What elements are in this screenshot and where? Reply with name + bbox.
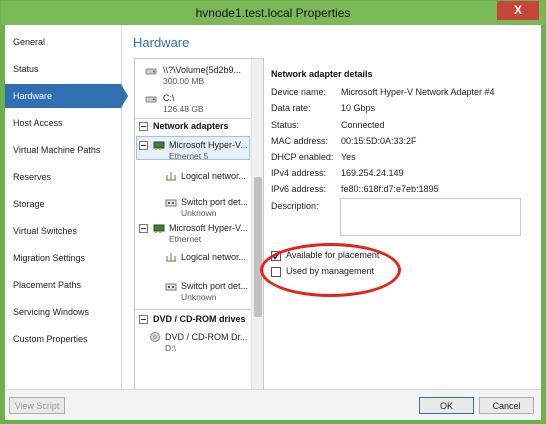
field-value-dhcp-enabled: Yes — [341, 152, 356, 162]
field-label-dhcp-enabled: DHCP enabled: — [271, 152, 334, 162]
switch-port-icon — [165, 199, 177, 207]
title-bar: hvnode1.test.local Properties X — [1, 1, 545, 25]
close-button[interactable]: X — [497, 1, 539, 20]
adapter-name: Microsoft Hyper-V... — [169, 223, 248, 233]
sidebar-item-hardware[interactable]: Hardware — [5, 84, 121, 108]
field-value-mac-address: 00:15:5D:0A:33:2F — [341, 136, 417, 146]
window-title: hvnode1.test.local Properties — [195, 6, 351, 20]
logical-network-icon — [166, 172, 176, 181]
field-label-status: Status: — [271, 120, 300, 130]
sidebar-item-servicing-windows[interactable]: Servicing Windows — [5, 300, 121, 324]
field-label-data-rate: Data rate: — [271, 103, 311, 113]
field-label-ipv6-address: IPv6 address: — [271, 184, 327, 194]
field-label-ipv4-address: IPv4 address: — [271, 168, 327, 178]
sidebar-item-storage[interactable]: Storage — [5, 192, 121, 216]
details-title: Network adapter details — [271, 69, 373, 79]
collapse-icon[interactable] — [139, 122, 148, 131]
dialog-client-area: General Status Hardware Host Access Virt… — [5, 25, 541, 420]
sidebar-item-reserves[interactable]: Reserves — [5, 165, 121, 189]
dvd-sub: D:\ — [165, 343, 176, 353]
logical-network-icon — [166, 253, 176, 262]
ok-button[interactable]: OK — [419, 397, 474, 414]
dialog-footer: View Script OK Cancel — [5, 389, 541, 420]
sidebar-item-virtual-machine-paths[interactable]: Virtual Machine Paths — [5, 138, 121, 162]
sidebar-item-migration-settings[interactable]: Migration Settings — [5, 246, 121, 270]
switch-port-icon — [165, 283, 177, 291]
field-value-status: Connected — [341, 120, 385, 130]
switch-port-sub: Unknown — [181, 292, 217, 302]
field-label-device-name: Device name: — [271, 87, 327, 97]
collapse-icon[interactable] — [139, 141, 148, 150]
sidebar-item-placement-paths[interactable]: Placement Paths — [5, 273, 121, 297]
section-divider — [135, 309, 251, 310]
field-label-mac-address: MAC address: — [271, 136, 329, 146]
field-value-ipv6-address: fe80::618f:d7:e7eb:1895 — [341, 184, 439, 194]
adapter-sub: Ethernet 5 — [169, 151, 209, 161]
disk-size: 300.00 MB — [163, 76, 205, 86]
collapse-icon[interactable] — [139, 224, 148, 233]
page-title: Hardware — [133, 35, 190, 50]
collapse-icon[interactable] — [139, 315, 148, 324]
scrollbar-thumb[interactable] — [254, 177, 262, 317]
section-divider — [135, 118, 251, 119]
disk-size: 126.48 GB — [163, 104, 204, 114]
disk-icon — [145, 68, 157, 75]
section-title: Network adapters — [153, 121, 229, 131]
red-highlight-annotation — [260, 243, 401, 297]
adapter-sub: Ethernet — [169, 234, 202, 244]
logical-network-label: Logical networ... — [181, 252, 247, 262]
description-field[interactable] — [340, 198, 521, 236]
field-label-description: Description: — [271, 201, 319, 211]
list-scrollbar[interactable] — [251, 59, 263, 390]
view-script-button[interactable]: View Script — [9, 397, 65, 414]
dvd-name: DVD / CD-ROM Dr... — [165, 332, 248, 342]
active-item-arrow — [121, 84, 128, 108]
sidebar-item-status[interactable]: Status — [5, 57, 121, 81]
field-value-ipv4-address: 169.254.24.149 — [341, 168, 404, 178]
field-value-data-rate: 10 Gbps — [341, 103, 376, 113]
disk-name: \\?\Volume{5d2b9... — [163, 65, 242, 75]
switch-port-label: Switch port det... — [181, 197, 249, 207]
disk-name: C:\ — [163, 93, 175, 103]
cancel-button[interactable]: Cancel — [479, 397, 534, 414]
disk-icon — [145, 96, 157, 103]
hardware-list[interactable]: \\?\Volume{5d2b9... 300.00 MB C:\ 126.48… — [134, 58, 264, 391]
network-adapter-icon — [153, 141, 165, 150]
settings-sidebar: General Status Hardware Host Access Virt… — [5, 25, 128, 389]
properties-dialog: hvnode1.test.local Properties X General … — [0, 0, 546, 424]
sidebar-item-host-access[interactable]: Host Access — [5, 111, 121, 135]
switch-port-label: Switch port det... — [181, 281, 249, 291]
sidebar-item-virtual-switches[interactable]: Virtual Switches — [5, 219, 121, 243]
network-adapter-icon — [153, 224, 165, 233]
sidebar-item-general[interactable]: General — [5, 30, 121, 54]
logical-network-label: Logical networ... — [181, 171, 247, 181]
adapter-name: Microsoft Hyper-V... — [169, 140, 248, 150]
sidebar-item-custom-properties[interactable]: Custom Properties — [5, 327, 121, 351]
field-value-device-name: Microsoft Hyper-V Network Adapter #4 — [341, 87, 495, 97]
switch-port-sub: Unknown — [181, 208, 217, 218]
section-title: DVD / CD-ROM drives — [153, 314, 246, 324]
dvd-drive-icon — [150, 332, 160, 342]
